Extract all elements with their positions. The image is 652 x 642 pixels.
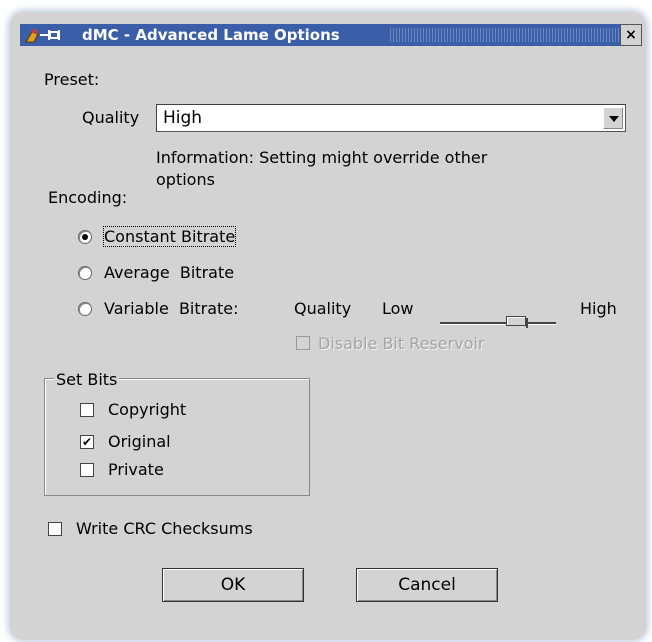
copyright-checkbox[interactable] — [80, 403, 94, 417]
ok-button[interactable]: OK — [162, 568, 304, 602]
disable-bit-reservoir-checkbox[interactable] — [296, 336, 310, 350]
quality-select[interactable]: High — [156, 104, 626, 132]
quality-select-value: High — [163, 108, 203, 128]
set-bits-label: Set Bits — [54, 370, 120, 389]
constant-bitrate-label[interactable]: Constant Bitrate — [102, 226, 237, 247]
vbr-quality-slider-tick — [526, 318, 528, 328]
crc-checkbox[interactable] — [48, 522, 62, 536]
vbr-low-label: Low — [382, 299, 414, 318]
vbr-quality-slider-thumb[interactable] — [506, 316, 526, 326]
cancel-button[interactable]: Cancel — [356, 568, 498, 602]
original-checkbox[interactable]: ✔ — [80, 435, 94, 449]
radio-variable-bitrate[interactable] — [78, 302, 92, 316]
info-text-line1: Information: Setting might override othe… — [156, 148, 488, 167]
radio-constant-bitrate[interactable] — [78, 230, 92, 244]
private-label[interactable]: Private — [108, 460, 164, 479]
private-checkbox[interactable] — [80, 463, 94, 477]
copyright-label[interactable]: Copyright — [108, 400, 186, 419]
average-bitrate-label[interactable]: Average Bitrate — [104, 263, 234, 282]
vbr-quality-slider-track[interactable] — [440, 322, 556, 325]
preset-label: Preset: — [44, 70, 100, 89]
radio-average-bitrate[interactable] — [78, 266, 92, 280]
dropdown-arrow-icon[interactable] — [603, 107, 623, 129]
quality-label: Quality — [82, 108, 140, 127]
title-bar[interactable]: dMC - Advanced Lame Options × — [20, 24, 642, 46]
window-title: dMC - Advanced Lame Options — [82, 26, 340, 44]
crc-label[interactable]: Write CRC Checksums — [76, 519, 253, 538]
variable-bitrate-label[interactable]: Variable Bitrate: — [104, 299, 239, 318]
original-label[interactable]: Original — [108, 432, 171, 451]
encoding-label: Encoding: — [48, 188, 128, 207]
vbr-high-label: High — [580, 299, 617, 318]
vbr-quality-label: Quality — [294, 299, 352, 318]
disable-bit-reservoir-label: Disable Bit Reservoir — [318, 334, 485, 353]
title-grip — [390, 28, 634, 42]
close-button[interactable]: × — [620, 24, 642, 46]
app-icon — [24, 26, 68, 44]
info-text-line2: options — [156, 170, 215, 189]
